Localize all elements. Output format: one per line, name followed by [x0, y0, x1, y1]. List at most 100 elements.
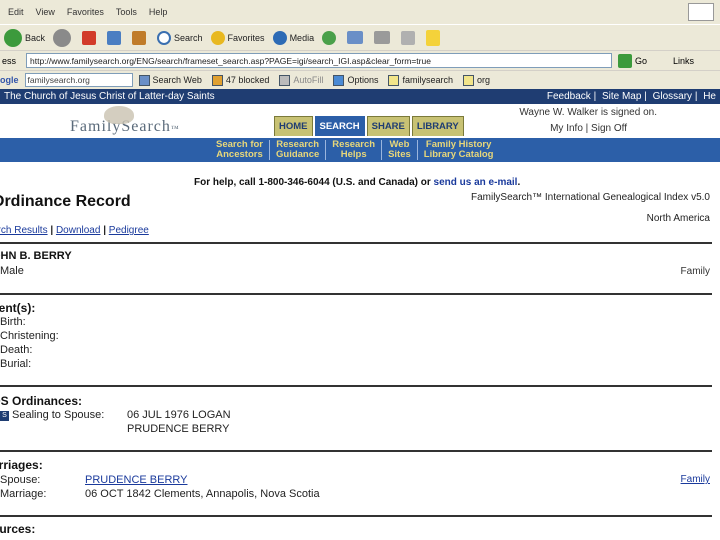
menu-favorites[interactable]: Favorites: [67, 7, 104, 17]
refresh-button[interactable]: [107, 30, 124, 45]
tab-home[interactable]: HOME: [274, 116, 313, 136]
search-button[interactable]: Search: [157, 30, 203, 45]
links-button[interactable]: Links: [673, 56, 694, 66]
help-text: For help, call 1-800-346-6044 (U.S. and …: [194, 177, 434, 188]
print-icon: [374, 31, 391, 44]
tab-share[interactable]: SHARE: [366, 116, 410, 136]
marriage-label: Marriage:: [0, 488, 47, 500]
tab-library[interactable]: LIBRARY: [411, 116, 464, 136]
divider: [0, 515, 712, 517]
options-button[interactable]: Options: [333, 74, 379, 86]
region-label: North America: [646, 213, 710, 224]
spouse-label: Spouse:: [0, 474, 41, 486]
subnav-research-guidance[interactable]: Research Guidance: [270, 140, 327, 160]
divider: [0, 242, 712, 244]
popup-blocker-button[interactable]: 47 blocked: [211, 74, 270, 86]
subnav-research-helps[interactable]: Research Helps: [326, 140, 383, 160]
sealing-label: Sealing to Spouse:: [12, 409, 105, 421]
page-title: Ordinance Record: [0, 193, 131, 210]
search-label: Search: [174, 32, 203, 43]
church-strip: The Church of Jesus Christ of Latter-day…: [0, 89, 720, 104]
crumb-separator: |: [100, 225, 109, 236]
notes-button[interactable]: [426, 29, 443, 46]
google-toolbar: ogle familysearch.org Search Web 47 bloc…: [0, 70, 720, 89]
email-link[interactable]: send us an e-mail: [434, 177, 518, 188]
feedback-link[interactable]: Feedback: [547, 91, 591, 102]
stop-button[interactable]: [82, 30, 99, 45]
download-link[interactable]: Download: [56, 225, 100, 236]
edit-button[interactable]: [401, 30, 418, 45]
history-button[interactable]: [322, 30, 339, 45]
tab-search[interactable]: SEARCH: [314, 116, 365, 136]
address-input[interactable]: http://www.familysearch.org/ENG/search/f…: [26, 53, 612, 68]
birth-label: Birth:: [0, 316, 26, 328]
menu-tools[interactable]: Tools: [116, 7, 137, 17]
divider: [0, 293, 712, 295]
menu-help[interactable]: Help: [149, 7, 168, 17]
help-suffix: .: [517, 177, 521, 188]
index-name: FamilySearch™ International Genealogical…: [470, 192, 710, 203]
print-button[interactable]: [374, 31, 393, 44]
options-icon: [333, 74, 345, 86]
google-search-input[interactable]: familysearch.org: [24, 73, 133, 87]
back-button[interactable]: Back: [4, 28, 45, 47]
home-button[interactable]: [132, 30, 149, 45]
options-label: Options: [347, 75, 379, 85]
google-logo[interactable]: ogle: [0, 75, 19, 85]
search-results-link[interactable]: arch Results: [0, 225, 48, 236]
family-link[interactable]: Family: [681, 266, 710, 277]
blocker-icon: [211, 74, 223, 86]
search-web-button[interactable]: Search Web: [138, 74, 202, 86]
menu-edit[interactable]: Edit: [8, 7, 24, 17]
person-name: OHN B. BERRY: [0, 250, 72, 262]
media-label: Media: [289, 32, 315, 43]
divider: [0, 450, 712, 452]
note-icon: [426, 29, 441, 46]
subnav-web-sites[interactable]: Web Sites: [382, 140, 418, 160]
sealing-badge: S: [0, 411, 9, 421]
history-icon: [322, 30, 337, 45]
main-nav-tabs: HOME SEARCH SHARE LIBRARY: [274, 116, 466, 136]
search-icon: [157, 30, 172, 45]
glossary-link[interactable]: Glossary: [653, 91, 692, 102]
subnav-label: Ancestors: [216, 149, 263, 160]
marriage-family-link[interactable]: Family: [681, 474, 710, 485]
autofill-button[interactable]: AutoFill: [279, 74, 323, 86]
subnav-search-ancestors[interactable]: Search for Ancestors: [210, 140, 270, 160]
mail-icon: [347, 31, 364, 44]
go-arrow-icon: [618, 53, 632, 68]
menu-view[interactable]: View: [36, 7, 55, 17]
subnav-label: Sites: [388, 149, 411, 160]
christening-label: Christening:: [0, 330, 59, 342]
home-icon: [132, 30, 147, 45]
forward-button[interactable]: [53, 28, 74, 47]
highlight-org-button[interactable]: org: [462, 74, 490, 86]
subnav-library-catalog[interactable]: Family History Library Catalog: [418, 140, 500, 160]
pedigree-link[interactable]: Pedigree: [109, 225, 149, 236]
blocked-count: 47 blocked: [225, 75, 270, 85]
highlight-familysearch-button[interactable]: familysearch: [388, 74, 453, 86]
sources-heading: ources:: [0, 522, 36, 536]
highlight2-label: org: [476, 75, 490, 85]
signed-in-status: Wayne W. Walker is signed on.: [519, 107, 657, 118]
spouse-link[interactable]: PRUDENCE BERRY: [85, 474, 188, 486]
tree-icon: [104, 106, 134, 124]
search-subnav: Search for Ancestors Research Guidance Res…: [0, 138, 720, 162]
top-links: Feedback | Site Map | Glossary | He: [546, 91, 716, 102]
help-link[interactable]: He: [703, 91, 716, 102]
familysearch-logo[interactable]: FamilySearch™: [70, 106, 180, 136]
sealing-date-place: 06 JUL 1976 LOGAN: [127, 409, 231, 421]
sign-off-link[interactable]: Sign Off: [591, 123, 627, 134]
mail-button[interactable]: [347, 31, 366, 44]
favorites-button[interactable]: Favorites: [210, 30, 265, 45]
lds-ordinances-heading: DS Ordinances:: [0, 394, 83, 408]
my-info-link[interactable]: My Info: [550, 123, 583, 134]
address-url: http://www.familysearch.org/ENG/search/f…: [30, 55, 431, 66]
media-button[interactable]: Media: [272, 30, 315, 45]
windows-logo-icon: [688, 3, 714, 21]
account-links: My Info | Sign Off: [550, 123, 627, 134]
site-map-link[interactable]: Site Map: [602, 91, 641, 102]
go-button[interactable]: Go: [618, 53, 647, 68]
search-web-label: Search Web: [152, 75, 202, 85]
highlight-icon-2: [462, 74, 474, 86]
